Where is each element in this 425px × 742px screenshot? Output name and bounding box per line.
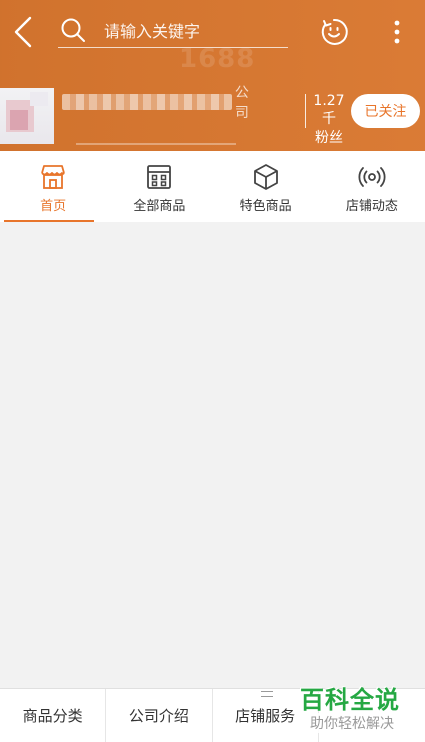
fans-counter: 1.27千 粉丝 bbox=[307, 92, 351, 148]
more-button[interactable] bbox=[386, 18, 408, 48]
bottom-nav-store-services-label: 店铺服务 bbox=[235, 707, 296, 725]
bottom-nav-categories[interactable]: 商品分类 bbox=[0, 689, 107, 742]
tab-home[interactable]: 首页 bbox=[0, 151, 106, 222]
store-icon bbox=[41, 165, 65, 189]
shop-name-suffix: 公司 bbox=[234, 85, 249, 121]
tab-store-news-label: 店铺动态 bbox=[345, 199, 398, 214]
shop-name: 公司 bbox=[62, 85, 262, 121]
tab-store-news[interactable]: 店铺动态 bbox=[319, 151, 425, 222]
shop-name-underline bbox=[76, 143, 236, 145]
fans-count: 1.27千 bbox=[313, 93, 345, 127]
brand-subtitle: 助你轻松解决 bbox=[308, 713, 396, 733]
tab-home-label: 首页 bbox=[40, 199, 67, 214]
page-content bbox=[0, 222, 425, 688]
shop-tabs: 首页 全部商品 特色商品 店铺动态 bbox=[0, 151, 425, 222]
search-icon bbox=[61, 18, 85, 42]
fans-label: 粉丝 bbox=[315, 130, 343, 146]
broadcast-icon bbox=[358, 167, 386, 187]
chevron-left-icon bbox=[14, 16, 32, 48]
follow-button[interactable]: 已关注 bbox=[351, 94, 420, 128]
brand-title: 百科全说 bbox=[300, 686, 400, 714]
brand-watermark: 百科全说 助你轻松解决 bbox=[296, 676, 425, 742]
watermark-logo: 1688 bbox=[179, 44, 256, 74]
back-button[interactable] bbox=[10, 14, 38, 50]
bottom-nav-company-intro[interactable]: 公司介绍 bbox=[106, 689, 213, 742]
shop-header: 1688 公司 bbox=[0, 0, 425, 151]
search-input[interactable] bbox=[104, 18, 284, 44]
tab-featured-products-label: 特色商品 bbox=[239, 199, 292, 214]
more-vertical-icon bbox=[394, 20, 400, 44]
shop-avatar[interactable] bbox=[0, 88, 54, 144]
cube-icon bbox=[253, 164, 278, 190]
shop-name-redacted bbox=[62, 94, 232, 110]
tab-featured-products[interactable]: 特色商品 bbox=[213, 151, 319, 222]
smile-icon bbox=[321, 18, 348, 45]
search-bar[interactable] bbox=[58, 14, 288, 48]
grid-box-icon bbox=[147, 165, 172, 189]
menu-grip-icon bbox=[260, 691, 273, 697]
tab-all-products-label: 全部商品 bbox=[133, 199, 186, 214]
tab-all-products[interactable]: 全部商品 bbox=[106, 151, 212, 222]
service-button[interactable] bbox=[318, 16, 350, 48]
shop-info-row: 公司 1.27千 粉丝 已关注 bbox=[0, 85, 425, 148]
fans-divider bbox=[305, 94, 306, 128]
